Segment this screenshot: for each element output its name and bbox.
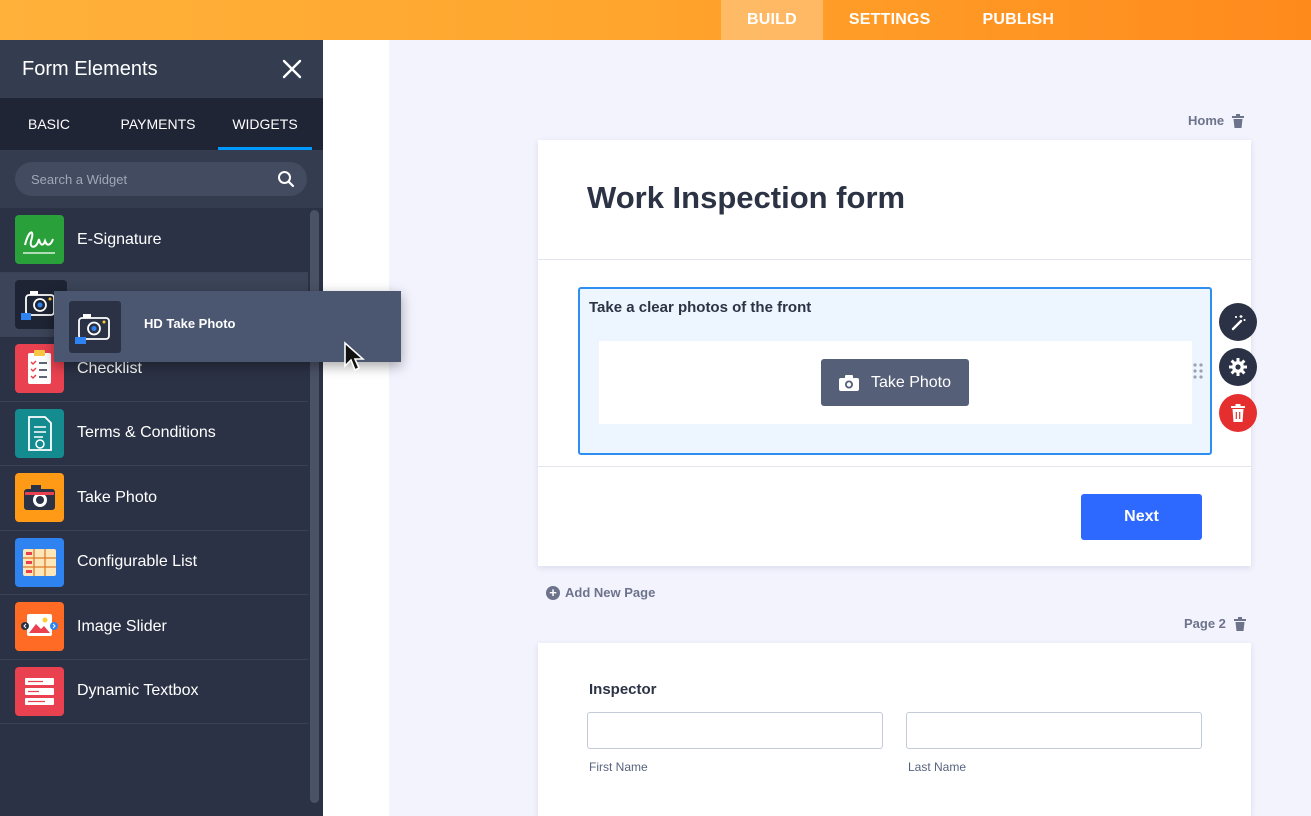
widget-label: Take Photo [77, 488, 158, 506]
close-icon[interactable] [280, 57, 304, 81]
divider [538, 466, 1251, 467]
widget-label: Checklist [77, 359, 142, 377]
gear-icon [1229, 358, 1247, 376]
magic-wand-icon [1231, 315, 1246, 331]
form-title[interactable]: Work Inspection form [587, 180, 905, 216]
hd-camera-icon [69, 301, 121, 353]
widget-label: Image Slider [77, 617, 167, 635]
page-name: Page 2 [1184, 616, 1226, 631]
search-bar [0, 150, 323, 208]
tab-basic[interactable]: BASIC [0, 98, 98, 150]
page-label-home: Home [1188, 113, 1245, 128]
next-button[interactable]: Next [1081, 494, 1202, 540]
divider [538, 259, 1251, 260]
take-photo-button[interactable]: Take Photo [821, 359, 969, 406]
widget-item-terms-conditions[interactable]: Terms & Conditions [0, 402, 308, 466]
form-elements-panel: Form Elements BASIC PAYMENTS WIDGETS Sea… [0, 40, 323, 816]
mouse-cursor-icon [344, 341, 365, 372]
search-field [15, 162, 307, 196]
document-check-icon [15, 408, 64, 458]
dragged-widget-label: HD Take Photo [144, 316, 236, 331]
widget-list: E-Signature Checklist Terms & Conditions… [0, 208, 308, 724]
canvas-gutter [323, 40, 389, 816]
list-grid-icon [15, 537, 64, 587]
widget-item-e-signature[interactable]: E-Signature [0, 208, 308, 273]
panel-title: Form Elements [22, 58, 158, 80]
field-label[interactable]: Take a clear photos of the front [589, 299, 811, 316]
widget-label: E-Signature [77, 230, 162, 248]
first-name-sublabel: First Name [589, 760, 648, 774]
page-label-page-2: Page 2 [1184, 616, 1246, 631]
last-name-sublabel: Last Name [908, 760, 967, 774]
selected-photo-field[interactable]: Take a clear photos of the front Take Ph… [578, 287, 1212, 455]
settings-button[interactable] [1219, 348, 1257, 386]
textbox-icon [15, 666, 64, 716]
widget-item-configurable-list[interactable]: Configurable List [0, 531, 308, 595]
search-icon[interactable] [277, 170, 295, 188]
widget-label: Dynamic Textbox [77, 682, 199, 700]
top-bar: BUILD SETTINGS PUBLISH [0, 0, 1311, 40]
first-name-input[interactable] [587, 712, 883, 749]
page-name: Home [1188, 113, 1225, 128]
tab-publish[interactable]: PUBLISH [957, 0, 1081, 40]
widget-label: Configurable List [77, 553, 198, 571]
plus-icon: + [546, 585, 560, 600]
camera-icon [15, 473, 64, 523]
take-photo-label: Take Photo [870, 373, 952, 391]
tab-build[interactable]: BUILD [721, 0, 823, 40]
tab-widgets[interactable]: WIDGETS [218, 98, 312, 150]
magic-wand-button[interactable] [1219, 303, 1257, 341]
delete-field-button[interactable] [1219, 394, 1257, 432]
top-nav: BUILD SETTINGS PUBLISH [721, 0, 1080, 40]
panel-header: Form Elements [0, 40, 323, 98]
panel-tabs: BASIC PAYMENTS WIDGETS [0, 98, 323, 150]
add-new-page-button[interactable]: + Add New Page [546, 585, 655, 600]
form-page-card-2: Inspector First Name Last Name [538, 643, 1251, 816]
search-input[interactable] [15, 162, 255, 196]
signature-icon [15, 215, 64, 265]
camera-icon [838, 374, 859, 391]
tab-payments[interactable]: PAYMENTS [98, 98, 218, 150]
widget-item-take-photo[interactable]: Take Photo [0, 466, 308, 531]
add-new-page-label: Add New Page [565, 585, 656, 600]
trash-icon [1231, 404, 1245, 422]
drag-handle-icon[interactable] [1193, 362, 1203, 380]
trash-icon[interactable] [1232, 113, 1245, 128]
last-name-input[interactable] [906, 712, 1202, 749]
widget-item-image-slider[interactable]: Image Slider [0, 595, 308, 660]
photo-widget-area: Take Photo [599, 341, 1192, 424]
widget-item-dynamic-textbox[interactable]: Dynamic Textbox [0, 660, 308, 724]
image-slider-icon [15, 602, 64, 652]
inspector-label[interactable]: Inspector [589, 681, 657, 698]
widget-label: Terms & Conditions [77, 424, 216, 442]
form-page-card: Work Inspection form Take a clear photos… [538, 140, 1251, 566]
trash-icon[interactable] [1233, 616, 1246, 631]
tab-settings[interactable]: SETTINGS [823, 0, 957, 40]
